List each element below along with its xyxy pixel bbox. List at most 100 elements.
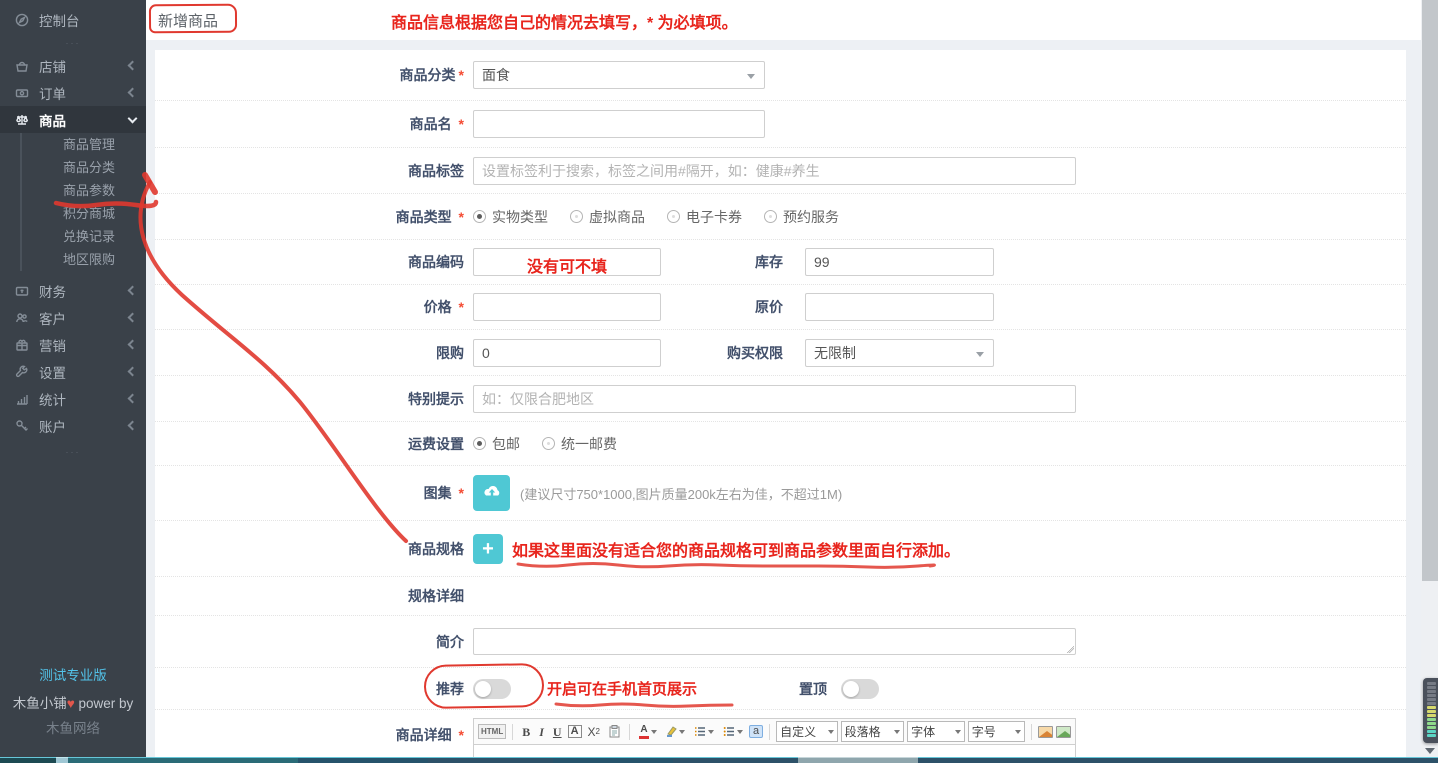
taskbar-strip <box>0 757 1438 763</box>
original-price-label: 原价 <box>687 297 783 317</box>
type-radio-reservation[interactable]: 预约服务 <box>764 207 839 227</box>
original-price-input[interactable] <box>805 293 994 321</box>
scrollbar-thumb[interactable] <box>1422 0 1438 581</box>
insert-image-alt-button[interactable] <box>1056 726 1071 738</box>
field-label: 商品名 * <box>155 114 473 134</box>
sidebar-footer: 测试专业版 木鱼小铺♥ power by 木鱼网络 <box>0 664 146 737</box>
submenu-item-product-params[interactable]: 商品参数 <box>22 179 146 202</box>
font-size-select[interactable]: 字号 <box>968 721 1026 742</box>
field-label: 运费设置 <box>155 434 473 454</box>
custom-style-select[interactable]: 自定义 <box>776 721 838 742</box>
type-radio-physical[interactable]: 实物类型 <box>473 207 548 227</box>
field-label: 特别提示 <box>155 389 473 409</box>
field-label: 图集 * <box>155 483 473 503</box>
caret-down-icon <box>737 730 743 734</box>
row-limit-permission: 限购 购买权限 无限制 <box>155 330 1406 376</box>
type-radio-virtual[interactable]: 虚拟商品 <box>570 207 645 227</box>
dashboard-icon <box>14 13 30 27</box>
recommend-toggle[interactable] <box>473 679 511 699</box>
underline-button[interactable]: U <box>550 725 565 739</box>
field-label: 商品编码 <box>155 252 473 272</box>
radio-icon <box>473 210 486 223</box>
finance-icon <box>14 284 30 298</box>
scrollbar-down-arrow[interactable] <box>1425 748 1435 754</box>
row-special-notice: 特别提示 <box>155 376 1406 422</box>
row-intro: 简介 <box>155 616 1406 668</box>
pin-top-toggle[interactable] <box>841 679 879 699</box>
shipping-radio-flat[interactable]: 统一邮费 <box>542 434 617 454</box>
sidebar-item-marketing[interactable]: 营销 <box>0 331 146 358</box>
sidebar-item-customers[interactable]: 客户 <box>0 304 146 331</box>
permission-select[interactable]: 无限制 <box>805 339 994 367</box>
submenu-item-exchange-records[interactable]: 兑换记录 <box>22 225 146 248</box>
submenu-item-product-category[interactable]: 商品分类 <box>22 156 146 179</box>
anchor-button[interactable]: a <box>749 725 763 738</box>
row-detail: 商品详细 * HTML B I U A X2 A <box>155 710 1406 763</box>
font-color-button[interactable]: A <box>636 724 660 740</box>
sidebar-item-shop[interactable]: 店铺 <box>0 52 146 79</box>
settings-wrench-icon <box>14 365 30 379</box>
form-panel: 商品分类* 面食 商品名 * 商品标签 商品类型 * 实物类型 虚拟商品 电子卡… <box>155 50 1406 763</box>
row-price: 价格 * 原价 <box>155 285 1406 330</box>
html-source-button[interactable]: HTML <box>478 724 506 739</box>
row-name: 商品名 * <box>155 101 1406 148</box>
stock-input[interactable] <box>805 248 994 276</box>
sidebar-item-settings[interactable]: 设置 <box>0 358 146 385</box>
sidebar-item-account[interactable]: 账户 <box>0 412 146 439</box>
top-header-bar: 新增商品 商品信息根据您自己的情况去填写，* 为必填项。 <box>146 0 1421 40</box>
ordered-list-button[interactable] <box>691 725 717 738</box>
chevron-left-icon <box>128 313 138 323</box>
limit-input[interactable] <box>473 339 661 367</box>
type-radio-ecard[interactable]: 电子卡券 <box>667 207 742 227</box>
radio-icon <box>473 437 486 450</box>
sidebar-divider: ··· <box>0 447 146 461</box>
price-input[interactable] <box>473 293 661 321</box>
stats-chart-icon <box>14 392 30 406</box>
row-code-stock: 商品编码 没有可不填 库存 <box>155 240 1406 285</box>
permission-label: 购买权限 <box>687 343 783 363</box>
page-title: 新增商品 <box>158 10 218 31</box>
sidebar-item-finance[interactable]: 财务 <box>0 277 146 304</box>
tags-input[interactable] <box>473 157 1076 185</box>
sidebar-item-goods[interactable]: 商品 <box>0 106 146 133</box>
code-input[interactable] <box>473 248 661 276</box>
submenu-item-product-management[interactable]: 商品管理 <box>22 133 146 156</box>
subscript-button[interactable]: X2 <box>585 725 603 739</box>
chevron-left-icon <box>128 340 138 350</box>
customers-icon <box>14 311 30 325</box>
italic-button[interactable]: I <box>536 725 547 739</box>
sidebar-item-orders[interactable]: 订单 <box>0 79 146 106</box>
sidebar-item-stats[interactable]: 统计 <box>0 385 146 412</box>
chevron-down-icon <box>128 113 138 123</box>
name-input[interactable] <box>473 110 765 138</box>
special-notice-input[interactable] <box>473 385 1076 413</box>
add-spec-button[interactable]: + <box>473 534 503 564</box>
category-select[interactable]: 面食 <box>473 61 765 89</box>
editor-toolbar: HTML B I U A X2 A a <box>473 718 1076 745</box>
insert-image-button[interactable] <box>1038 726 1053 738</box>
edition-link[interactable]: 测试专业版 <box>0 664 146 684</box>
bold-button[interactable]: B <box>519 725 533 739</box>
heart-icon: ♥ <box>67 696 75 711</box>
font-family-select[interactable]: 字体 <box>907 721 965 742</box>
radio-icon <box>764 210 777 223</box>
submenu-item-points-mall[interactable]: 积分商城 <box>22 202 146 225</box>
goods-scale-icon <box>14 113 30 127</box>
caret-down-icon <box>651 730 657 734</box>
font-style-button[interactable]: A <box>568 725 582 738</box>
company-name: 木鱼网络 <box>0 717 146 737</box>
field-label: 商品规格 <box>155 539 473 559</box>
paragraph-format-select[interactable]: 段落格 <box>841 721 905 742</box>
paste-button[interactable] <box>606 724 623 739</box>
caret-down-icon <box>708 730 714 734</box>
shipping-radio-free[interactable]: 包邮 <box>473 434 520 454</box>
bullet-list-button[interactable] <box>720 725 746 738</box>
highlight-button[interactable] <box>663 725 688 738</box>
intro-textarea[interactable] <box>473 628 1076 655</box>
gallery-upload-button[interactable] <box>473 475 510 511</box>
submenu-item-region-limit[interactable]: 地区限购 <box>22 248 146 271</box>
marketing-gift-icon <box>14 338 30 352</box>
main-content: 新增商品 商品信息根据您自己的情况去填写，* 为必填项。 商品分类* 面食 商品… <box>146 0 1421 763</box>
field-label: 商品标签 <box>155 161 473 181</box>
sidebar-item-dashboard[interactable]: 控制台 <box>0 2 146 38</box>
